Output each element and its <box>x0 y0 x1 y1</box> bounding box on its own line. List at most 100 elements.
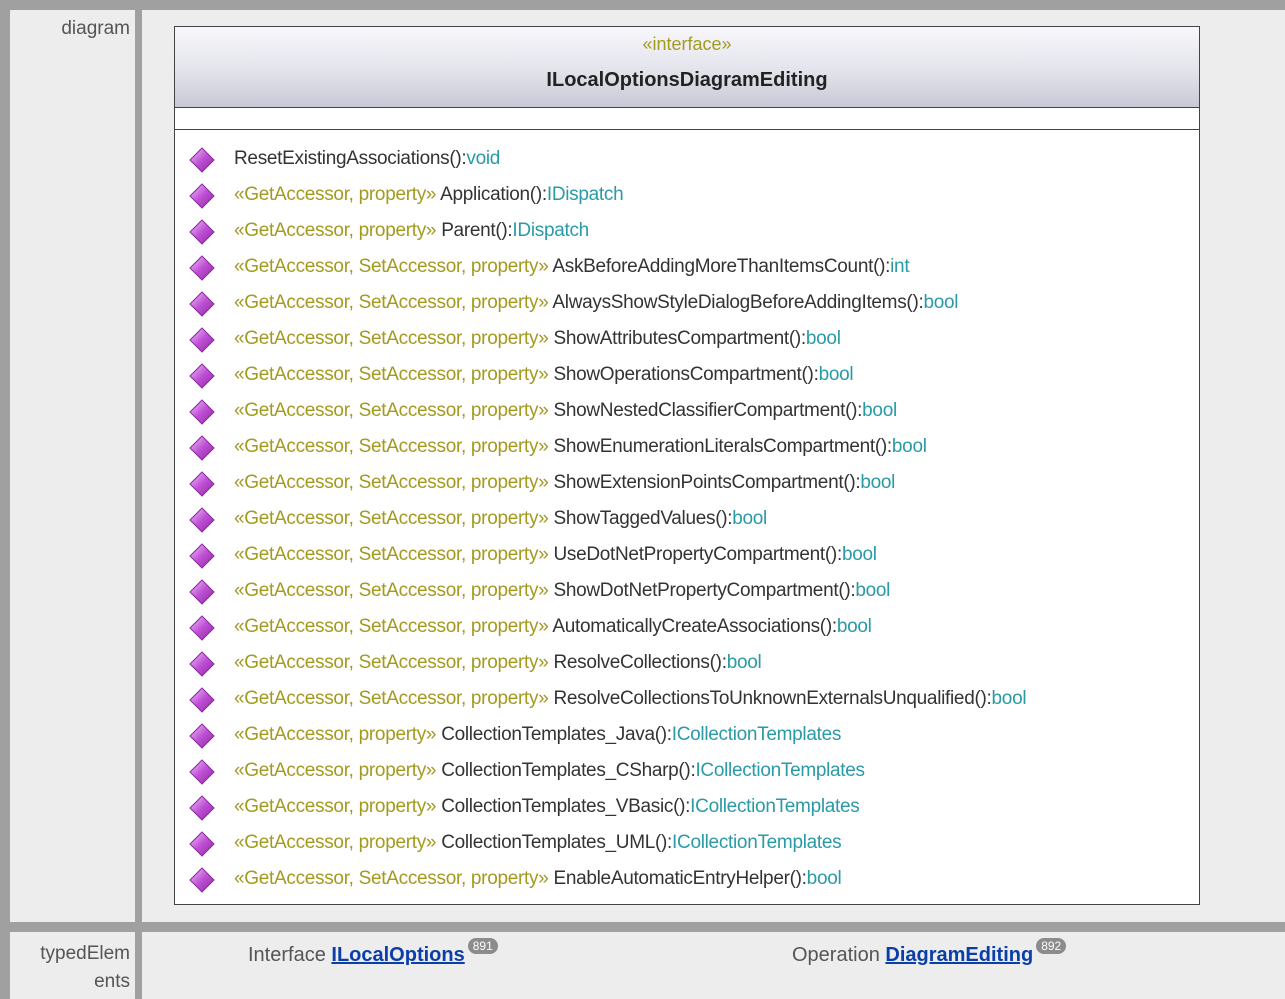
operation-return-type: bool <box>818 364 854 385</box>
operation-row[interactable]: «GetAccessor, SetAccessor, property» Sho… <box>175 322 1199 358</box>
operation-stereotype: «GetAccessor, SetAccessor, property» <box>234 652 554 673</box>
operation-name: ResetExistingAssociations <box>234 148 450 169</box>
row-label-typed-elements: typedElem ents <box>10 932 135 999</box>
operation-name: AskBeforeAddingMoreThanItemsCount <box>552 256 874 277</box>
operation-diamond-icon <box>189 363 215 389</box>
operation-signature: «GetAccessor, SetAccessor, property» Ask… <box>234 256 910 278</box>
operation-parens: (): <box>974 688 992 709</box>
operation-stereotype: «GetAccessor, property» <box>234 760 442 781</box>
operation-stereotype: «GetAccessor, property» <box>234 184 441 205</box>
operation-name: ShowOperationsCompartment <box>553 364 802 385</box>
operation-parens: (): <box>673 796 691 817</box>
operation-stereotype: «GetAccessor, SetAccessor, property» <box>234 292 553 313</box>
operation-parens: (): <box>845 400 863 421</box>
operation-row[interactable]: «GetAccessor, property» CollectionTempla… <box>175 790 1199 826</box>
operation-return-type: bool <box>862 400 897 421</box>
operation-signature: «GetAccessor, SetAccessor, property» Sho… <box>234 508 767 530</box>
operation-diamond-icon <box>189 183 215 209</box>
operation-signature: «GetAccessor, SetAccessor, property» Sho… <box>234 328 841 350</box>
operation-signature: «GetAccessor, SetAccessor, property» Ena… <box>234 868 842 890</box>
operation-diamond-icon <box>189 615 215 641</box>
operation-row[interactable]: «GetAccessor, property» Application():ID… <box>175 178 1199 214</box>
operation-diamond-icon <box>189 543 215 569</box>
operation-signature: «GetAccessor, property» CollectionTempla… <box>234 796 860 818</box>
operation-row[interactable]: «GetAccessor, property» Parent():IDispat… <box>175 214 1199 250</box>
operation-return-type: bool <box>732 508 767 529</box>
operation-return-type: IDispatch <box>546 184 624 205</box>
operation-name: ShowNestedClassifierCompartment <box>553 400 846 421</box>
table-column-divider <box>135 0 142 999</box>
operation-name: ShowDotNetPropertyCompartment <box>553 580 839 601</box>
operation-row[interactable]: «GetAccessor, SetAccessor, property» Ask… <box>175 250 1199 286</box>
operation-row[interactable]: «GetAccessor, SetAccessor, property» Sho… <box>175 394 1199 430</box>
operation-return-type: bool <box>806 868 842 889</box>
operation-row[interactable]: «GetAccessor, SetAccessor, property» Sho… <box>175 574 1199 610</box>
operation-return-type: ICollectionTemplates <box>690 796 860 817</box>
operation-parens: (): <box>495 220 513 241</box>
operation-parens: (): <box>824 544 842 565</box>
operations-compartment: ResetExistingAssociations():void «GetAcce… <box>175 142 1199 898</box>
operation-parens: (): <box>801 364 819 385</box>
operation-signature: «GetAccessor, SetAccessor, property» Sho… <box>234 472 895 494</box>
operation-diamond-icon <box>189 147 215 173</box>
operation-signature: «GetAccessor, SetAccessor, property» Sho… <box>234 436 927 458</box>
operation-return-type: int <box>890 256 910 277</box>
operation-diamond-icon <box>189 471 215 497</box>
operation-row[interactable]: «GetAccessor, property» CollectionTempla… <box>175 718 1199 754</box>
typed-element-kind: Operation <box>792 944 886 966</box>
operation-parens: (): <box>715 508 733 529</box>
operation-diamond-icon <box>189 399 215 425</box>
operation-name: UseDotNetPropertyCompartment <box>553 544 825 565</box>
typed-element-link-diagramediting[interactable]: DiagramEditing <box>885 944 1033 966</box>
operation-parens: (): <box>529 184 547 205</box>
typed-element-link-ilocaloptions[interactable]: ILocalOptions <box>331 944 464 966</box>
operation-parens: (): <box>838 580 856 601</box>
operation-diamond-icon <box>189 327 215 353</box>
row-label-typed-elements-line2: ents <box>94 971 130 992</box>
operation-return-type: bool <box>805 328 841 349</box>
table-border-top <box>0 0 1285 10</box>
operation-row[interactable]: «GetAccessor, SetAccessor, property» Ena… <box>175 862 1199 898</box>
operation-stereotype: «GetAccessor, SetAccessor, property» <box>234 436 554 457</box>
operation-return-type: ICollectionTemplates <box>695 760 865 781</box>
operation-parens: (): <box>789 868 807 889</box>
operation-name: ResolveCollectionsToUnknownExternalsUnqu… <box>553 688 975 709</box>
operation-row[interactable]: ResetExistingAssociations():void <box>175 142 1199 178</box>
operation-return-type: bool <box>726 652 762 673</box>
operation-stereotype: «GetAccessor, SetAccessor, property» <box>234 400 554 421</box>
operation-stereotype: «GetAccessor, SetAccessor, property» <box>234 364 554 385</box>
operation-diamond-icon <box>189 435 215 461</box>
operation-signature: «GetAccessor, property» CollectionTempla… <box>234 724 841 746</box>
operation-row[interactable]: «GetAccessor, SetAccessor, property» Alw… <box>175 286 1199 322</box>
operation-row[interactable]: «GetAccessor, SetAccessor, property» Res… <box>175 646 1199 682</box>
operation-stereotype: «GetAccessor, SetAccessor, property» <box>234 472 554 493</box>
operation-row[interactable]: «GetAccessor, SetAccessor, property» Sho… <box>175 358 1199 394</box>
operation-name: AlwaysShowStyleDialogBeforeAddingItems <box>552 292 907 313</box>
table-border-left <box>0 0 10 999</box>
operation-diamond-icon <box>189 507 215 533</box>
operation-row[interactable]: «GetAccessor, SetAccessor, property» Res… <box>175 682 1199 718</box>
operation-diamond-icon <box>189 219 215 245</box>
operation-parens: (): <box>906 292 924 313</box>
operation-signature: «GetAccessor, SetAccessor, property» Aut… <box>234 616 872 638</box>
operation-row[interactable]: «GetAccessor, property» CollectionTempla… <box>175 754 1199 790</box>
operation-row[interactable]: «GetAccessor, SetAccessor, property» Sho… <box>175 502 1199 538</box>
attributes-compartment <box>175 108 1199 130</box>
operation-stereotype: «GetAccessor, SetAccessor, property» <box>234 580 554 601</box>
interface-name: ILocalOptionsDiagramEditing <box>546 69 828 91</box>
operation-stereotype: «GetAccessor, SetAccessor, property» <box>234 544 554 565</box>
operation-signature: «GetAccessor, SetAccessor, property» Alw… <box>234 292 959 314</box>
operation-row[interactable]: «GetAccessor, SetAccessor, property» Sho… <box>175 430 1199 466</box>
operation-stereotype: «GetAccessor, SetAccessor, property» <box>234 688 554 709</box>
operation-name: ShowTaggedValues <box>553 508 716 529</box>
operation-row[interactable]: «GetAccessor, SetAccessor, property» Aut… <box>175 610 1199 646</box>
operation-signature: «GetAccessor, SetAccessor, property» Sho… <box>234 400 897 422</box>
operation-return-type: ICollectionTemplates <box>671 724 842 745</box>
uml-interface-box[interactable]: «interface» ILocalOptionsDiagramEditing … <box>174 26 1200 905</box>
operation-row[interactable]: «GetAccessor, property» CollectionTempla… <box>175 826 1199 862</box>
operation-row[interactable]: «GetAccessor, SetAccessor, property» Use… <box>175 538 1199 574</box>
operation-name: Parent <box>441 220 496 241</box>
operation-signature: «GetAccessor, property» CollectionTempla… <box>234 832 842 854</box>
operation-row[interactable]: «GetAccessor, SetAccessor, property» Sho… <box>175 466 1199 502</box>
operation-diamond-icon <box>189 291 215 317</box>
